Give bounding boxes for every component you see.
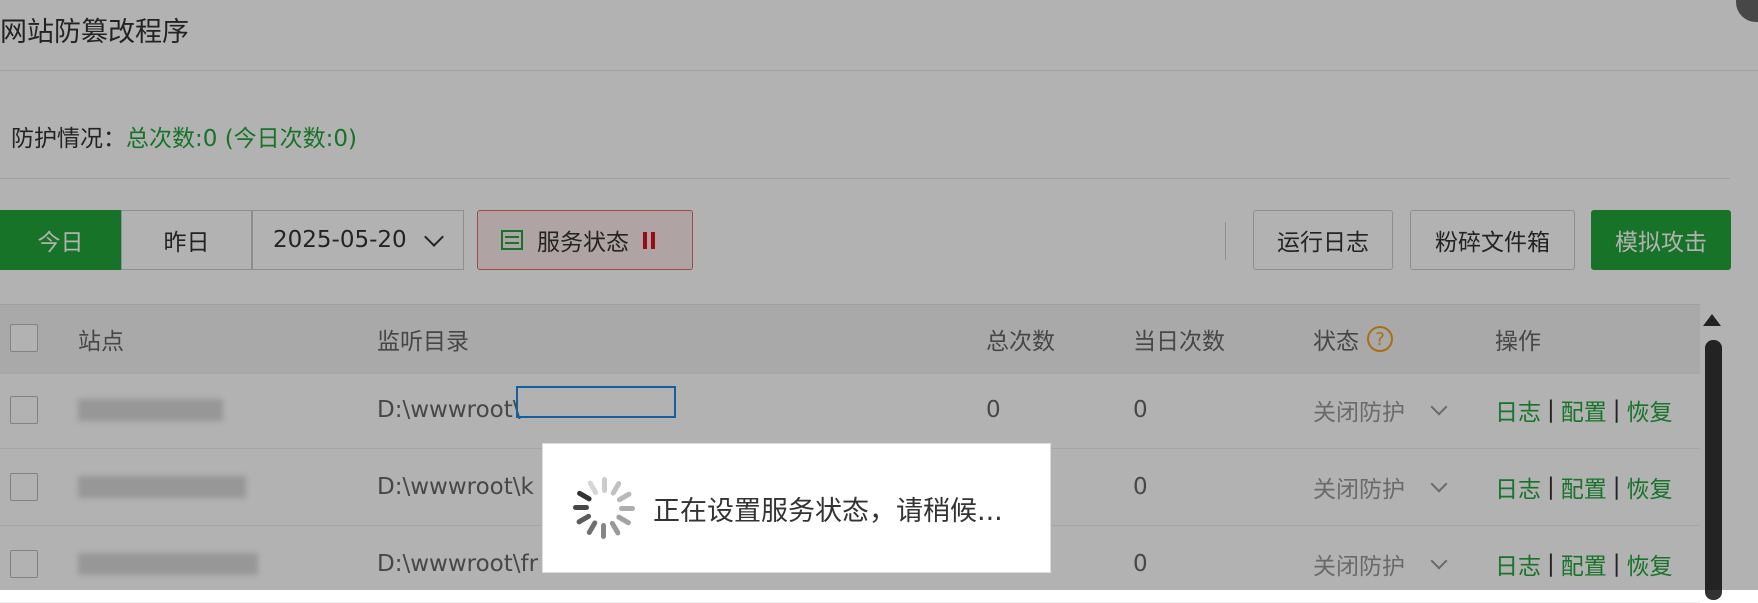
loading-toast: 正在设置服务状态，请稍候...: [542, 443, 1051, 573]
loading-message: 正在设置服务状态，请稍候...: [653, 495, 1003, 527]
loading-spinner-icon: [573, 477, 635, 539]
